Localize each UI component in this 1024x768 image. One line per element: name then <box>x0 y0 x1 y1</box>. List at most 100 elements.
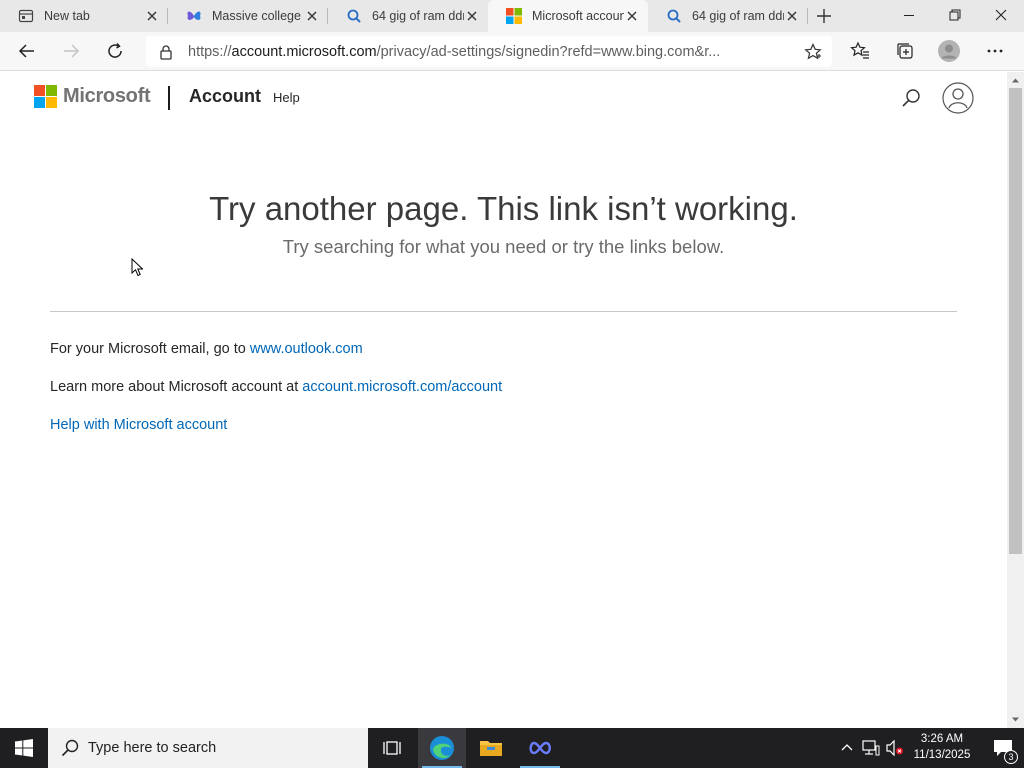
back-button[interactable] <box>12 36 42 66</box>
account-help-line: Learn more about Microsoft account at ac… <box>50 379 502 395</box>
search-icon <box>346 8 362 24</box>
butterfly-icon <box>186 8 202 24</box>
tab-title: New tab <box>44 9 90 23</box>
action-center-button[interactable]: 3 <box>982 728 1024 768</box>
divider <box>50 311 957 312</box>
address-url: https://account.microsoft.com/privacy/ad… <box>188 44 788 60</box>
notification-count-badge: 3 <box>1004 750 1018 764</box>
close-tab-icon[interactable] <box>144 8 160 24</box>
tab-title: Microsoft accoun <box>532 9 624 23</box>
email-prefix-text: For your Microsoft email, go to <box>50 341 250 357</box>
task-view-button[interactable] <box>368 728 416 768</box>
email-help-line: For your Microsoft email, go to www.outl… <box>50 341 363 357</box>
tab-title: 64 gig of ram ddr <box>692 9 784 23</box>
search-icon <box>902 89 920 107</box>
clock-time: 3:26 AM <box>920 733 964 745</box>
close-tab-icon[interactable] <box>624 8 640 24</box>
tab-separator <box>807 8 808 24</box>
refresh-button[interactable] <box>100 36 130 66</box>
vertical-scrollbar[interactable] <box>1007 72 1024 728</box>
tab-title: Massive college f <box>212 9 304 23</box>
forward-button[interactable] <box>56 36 86 66</box>
help-line: Help with Microsoft account <box>50 417 227 433</box>
task-view-icon <box>383 741 401 755</box>
tab-64-gig-ram-2[interactable]: 64 gig of ram ddr <box>648 0 808 32</box>
scroll-up-icon[interactable] <box>1011 76 1020 85</box>
show-hidden-icons-button[interactable] <box>836 728 858 768</box>
windows-taskbar: Type here to search 3:26 AM 11/13/2025 3 <box>0 728 1024 768</box>
header-divider <box>168 86 170 110</box>
taskbar-edge[interactable] <box>418 728 466 768</box>
new-tab-icon <box>18 8 34 24</box>
favorite-star-icon[interactable] <box>804 43 822 61</box>
tab-64-gig-ram-1[interactable]: 64 gig of ram ddr <box>328 0 488 32</box>
tab-microsoft-account[interactable]: Microsoft accoun <box>488 0 648 32</box>
collections-button[interactable] <box>890 36 920 66</box>
restore-icon <box>949 9 961 21</box>
url-scheme: https:// <box>188 43 232 60</box>
favorites-button[interactable] <box>845 36 875 66</box>
mouse-cursor-icon <box>131 258 143 277</box>
microsoft-account-help-link[interactable]: Help with Microsoft account <box>50 417 227 433</box>
tab-new-tab[interactable]: New tab <box>0 0 168 32</box>
page-search-button[interactable] <box>900 87 922 109</box>
user-icon <box>942 82 974 114</box>
close-icon <box>995 9 1007 21</box>
profile-button[interactable] <box>934 36 964 66</box>
search-icon <box>666 8 682 24</box>
volume-tray-button[interactable] <box>884 728 906 768</box>
tab-title: 64 gig of ram ddr <box>372 9 464 23</box>
clock-date: 11/13/2025 <box>913 749 971 761</box>
scrollbar-thumb[interactable] <box>1009 88 1022 554</box>
network-icon <box>862 740 880 756</box>
tab-massive-college[interactable]: Massive college f <box>168 0 328 32</box>
url-host: account.microsoft.com <box>231 43 377 60</box>
error-subtitle: Try searching for what you need or try t… <box>282 236 725 257</box>
more-options-icon <box>987 49 1003 53</box>
volume-muted-icon <box>886 740 903 756</box>
plus-icon <box>817 9 831 23</box>
network-tray-button[interactable] <box>860 728 882 768</box>
sign-in-avatar-button[interactable] <box>942 82 974 114</box>
infinity-app-icon <box>529 741 551 755</box>
start-button[interactable] <box>0 728 48 768</box>
forward-arrow-icon <box>64 44 80 58</box>
back-arrow-icon <box>18 44 34 58</box>
account-nav-link[interactable]: Account <box>189 86 261 107</box>
system-clock[interactable]: 3:26 AM 11/13/2025 <box>908 731 976 763</box>
collections-icon <box>897 43 913 59</box>
folder-icon <box>480 741 502 756</box>
microsoft-logo-icon <box>34 85 57 108</box>
microsoft-logo[interactable]: Microsoft <box>34 85 151 108</box>
taskbar-search-box[interactable]: Type here to search <box>48 728 368 768</box>
taskbar-file-explorer[interactable] <box>467 728 515 768</box>
brand-name: Microsoft <box>63 85 151 107</box>
outlook-link[interactable]: www.outlook.com <box>250 341 363 357</box>
lock-icon[interactable] <box>158 44 174 60</box>
settings-menu-button[interactable] <box>980 36 1010 66</box>
windows-logo-icon <box>15 739 33 757</box>
close-tab-icon[interactable] <box>304 8 320 24</box>
edge-browser-icon <box>430 736 454 760</box>
account-prefix-text: Learn more about Microsoft account at <box>50 379 303 395</box>
address-bar[interactable]: https://account.microsoft.com/privacy/ad… <box>146 36 832 67</box>
error-title: Try another page. This link isn’t workin… <box>209 190 798 227</box>
browser-toolbar: https://account.microsoft.com/privacy/ad… <box>0 32 1024 71</box>
help-nav-link[interactable]: Help <box>273 90 300 105</box>
taskbar-search-placeholder: Type here to search <box>88 740 217 756</box>
close-tab-icon[interactable] <box>784 8 800 24</box>
account-link[interactable]: account.microsoft.com/account <box>302 379 502 395</box>
close-tab-icon[interactable] <box>464 8 480 24</box>
scroll-down-icon[interactable] <box>1011 715 1020 724</box>
search-icon <box>61 739 79 757</box>
restore-button[interactable] <box>932 0 978 30</box>
minimize-button[interactable] <box>886 0 932 30</box>
new-tab-button[interactable] <box>812 4 836 28</box>
page-content: Microsoft Account Help Try another page.… <box>0 72 1007 728</box>
favorites-icon <box>850 41 869 59</box>
close-window-button[interactable] <box>978 0 1024 30</box>
minimize-icon <box>904 15 914 16</box>
tab-strip: New tab Massive college f 64 gig of ram … <box>0 0 1024 32</box>
url-path: /privacy/ad-settings/signedin?refd=www.b… <box>376 43 721 60</box>
taskbar-app[interactable] <box>516 728 564 768</box>
